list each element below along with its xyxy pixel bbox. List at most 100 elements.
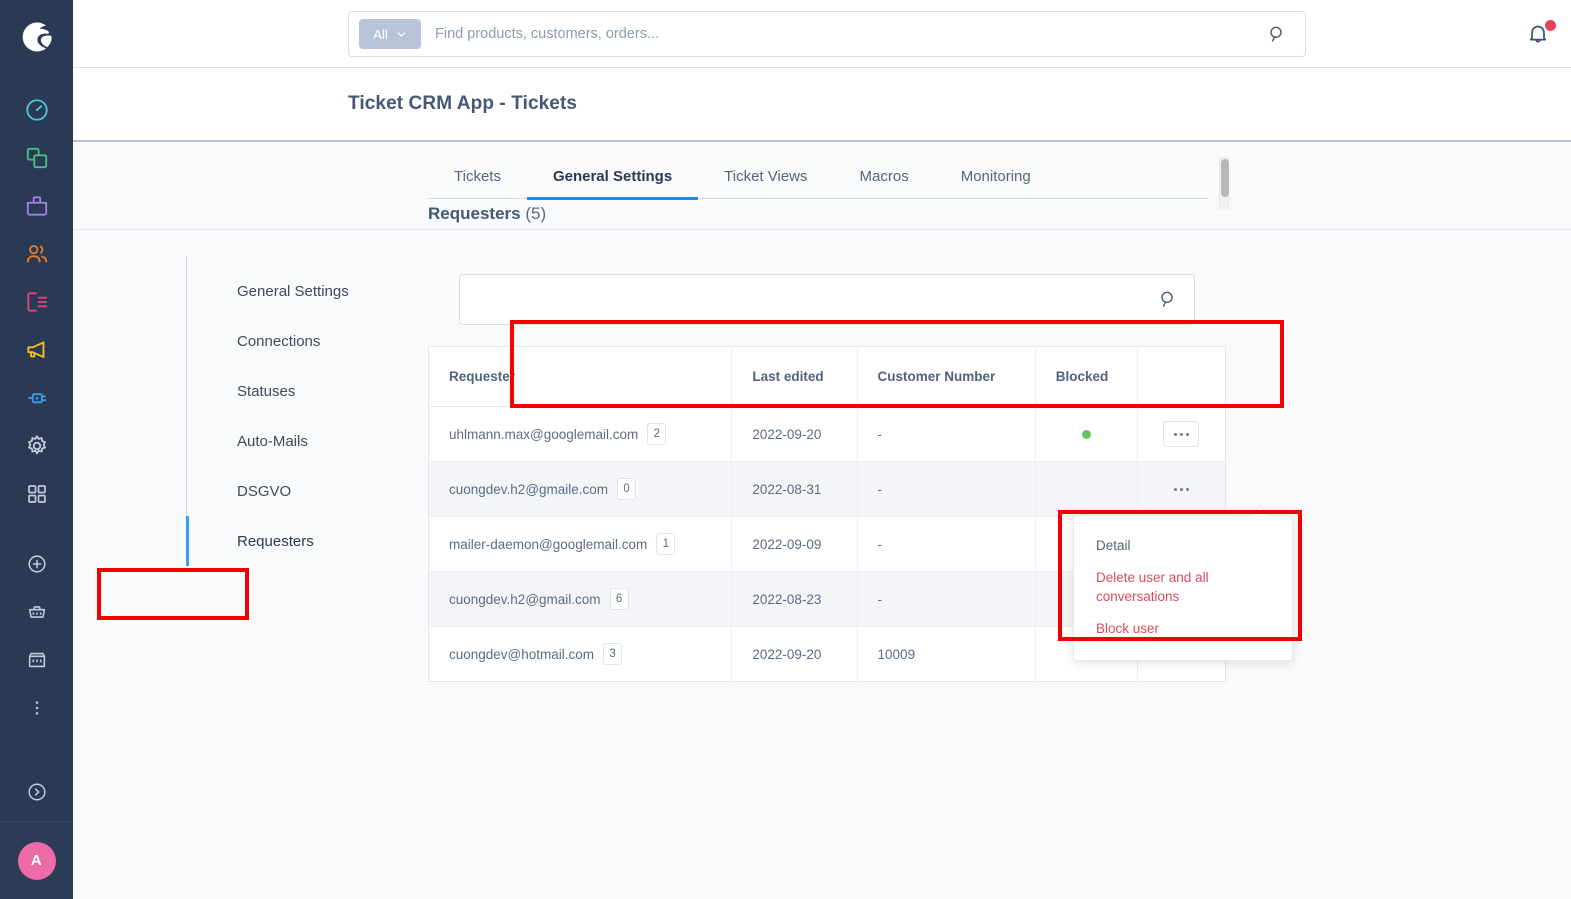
plug-icon [24, 385, 50, 411]
table-row[interactable]: uhlmann.max@googlemail.com 2 2022-09-20 … [428, 406, 1226, 462]
sidebar-item-apps[interactable] [0, 470, 73, 518]
sidebar-item-add[interactable] [0, 540, 73, 588]
column-header-requester[interactable]: Requester [428, 346, 733, 407]
conversation-count-badge: 6 [609, 588, 629, 610]
cell-customer-number: - [857, 406, 1036, 462]
column-header-blocked[interactable]: Blocked [1035, 346, 1138, 407]
status-dot-icon [1081, 429, 1091, 439]
cell-last-edited: 2022-08-31 [731, 461, 858, 517]
context-menu-item-delete-user[interactable]: Delete user and all conversations [1074, 562, 1292, 613]
primary-sidebar: A [0, 0, 73, 899]
avatar[interactable]: A [17, 841, 56, 880]
gauge-icon [24, 97, 50, 123]
sidebar-item-basket[interactable] [0, 588, 73, 636]
tab-section: Tickets General Settings Ticket Views Ma… [73, 142, 1571, 230]
content-list-icon [24, 289, 50, 315]
main-column: Requester Last edited Customer Number Bl… [428, 230, 1571, 848]
sidebar-item-customers[interactable] [0, 230, 73, 278]
cell-customer-number: - [857, 461, 1036, 517]
users-icon [24, 241, 50, 267]
sidebar-icon-list [0, 86, 73, 732]
cell-customer-number: - [857, 516, 1036, 572]
more-vertical-icon [27, 698, 47, 718]
column-header-last-edited[interactable]: Last edited [731, 346, 858, 407]
cell-requester: cuongdev@hotmail.com 3 [428, 626, 733, 682]
sidebar-item-auto-mails[interactable]: Auto-Mails [186, 416, 428, 466]
sidebar-item-statuses[interactable]: Statuses [186, 366, 428, 416]
chevron-right-circle-icon [26, 781, 48, 803]
requester-search-box [459, 273, 1195, 325]
content-area: All Find products, customers, orders... … [73, 0, 1571, 899]
sidebar-item-extensions[interactable] [0, 374, 73, 422]
cell-requester: cuongdev.h2@gmail.com 6 [428, 571, 733, 627]
conversation-count-badge: 1 [656, 533, 676, 555]
plus-circle-icon [26, 553, 48, 575]
search-icon[interactable] [1158, 289, 1178, 309]
conversation-count-badge: 0 [617, 478, 637, 500]
secondary-nav: General Settings Connections Statuses Au… [73, 230, 428, 848]
tab-monitoring[interactable]: Monitoring [935, 168, 1057, 198]
store-icon [26, 649, 48, 671]
sidebar-item-general-settings[interactable]: General Settings [186, 266, 428, 316]
conversation-count-badge: 2 [647, 423, 667, 445]
shopware-logo[interactable] [14, 14, 60, 60]
search-scope-dropdown[interactable]: All [359, 19, 421, 49]
cell-blocked [1035, 461, 1138, 517]
cell-requester: uhlmann.max@googlemail.com 2 [428, 406, 733, 462]
sidebar-item-shop[interactable] [0, 636, 73, 684]
table-head: Requester Last edited Customer Number Bl… [428, 346, 1226, 407]
context-menu-item-block-user[interactable]: Block user [1074, 613, 1292, 645]
tab-scrollbar[interactable] [1219, 157, 1229, 209]
sidebar-expand-toggle[interactable] [0, 773, 73, 821]
tab-general-settings[interactable]: General Settings [526, 168, 699, 200]
sidebar-item-marketing[interactable] [0, 326, 73, 374]
sidebar-item-settings[interactable] [0, 422, 73, 470]
tab-macros[interactable]: Macros [834, 168, 935, 198]
sidebar-item-dashboard[interactable] [0, 86, 73, 134]
top-bar: All [73, 0, 1571, 68]
cell-last-edited: 2022-09-09 [731, 516, 858, 572]
sidebar-item-content[interactable] [0, 278, 73, 326]
notifications-button[interactable] [1525, 20, 1557, 50]
table-row[interactable]: cuongdev.h2@gmaile.com 0 2022-08-31 - [428, 461, 1226, 517]
cell-last-edited: 2022-08-23 [731, 571, 858, 627]
cell-requester: cuongdev.h2@gmaile.com 0 [428, 461, 733, 517]
column-header-customer-number[interactable]: Customer Number [857, 346, 1036, 407]
tab-tickets[interactable]: Tickets [428, 168, 527, 198]
search-input[interactable] [460, 291, 1158, 307]
row-context-menu: Detail Delete user and all conversations… [1073, 515, 1293, 662]
row-actions-button[interactable] [1163, 476, 1199, 502]
sidebar-item-orders[interactable] [0, 182, 73, 230]
gear-icon [24, 433, 50, 459]
search-scope-label: All [373, 26, 388, 42]
sidebar-item-catalogues[interactable] [0, 134, 73, 182]
cell-customer-number: 10009 [857, 626, 1036, 682]
tab-bar: Tickets General Settings Ticket Views Ma… [428, 168, 1208, 200]
sidebar-item-more[interactable] [0, 684, 73, 732]
grid-icon [25, 482, 49, 506]
global-search-bar: All [348, 11, 1306, 57]
requester-search-panel [428, 252, 1226, 346]
context-menu-item-detail[interactable]: Detail [1074, 530, 1292, 562]
tab-ticket-views[interactable]: Ticket Views [698, 168, 833, 198]
row-actions-button[interactable] [1163, 421, 1200, 447]
page-header: Ticket CRM App - Tickets [73, 68, 1571, 142]
application-window: A All Find products, customers, orders..… [0, 0, 1571, 899]
page-title: Ticket CRM App - Tickets [348, 93, 578, 114]
cell-last-edited: 2022-09-20 [731, 406, 858, 462]
requester-email: cuongdev@hotmail.com [449, 646, 595, 662]
column-header-actions [1137, 346, 1226, 407]
cell-blocked [1035, 406, 1138, 462]
sidebar-item-connections[interactable]: Connections [186, 316, 428, 366]
table-header-row: Requester Last edited Customer Number Bl… [428, 346, 1226, 407]
requester-email: cuongdev.h2@gmaile.com [449, 481, 609, 497]
tab-scrollbar-thumb[interactable] [1221, 159, 1229, 197]
requester-email: uhlmann.max@googlemail.com [449, 426, 639, 442]
cell-last-edited: 2022-09-20 [731, 626, 858, 682]
sidebar-item-requesters[interactable]: Requesters [186, 516, 428, 566]
sidebar-item-dsgvo[interactable]: DSGVO [186, 466, 428, 516]
global-search-input[interactable] [421, 26, 1267, 42]
search-icon[interactable] [1267, 24, 1287, 44]
briefcase-icon [24, 193, 50, 219]
page-body: General Settings Connections Statuses Au… [73, 230, 1571, 848]
